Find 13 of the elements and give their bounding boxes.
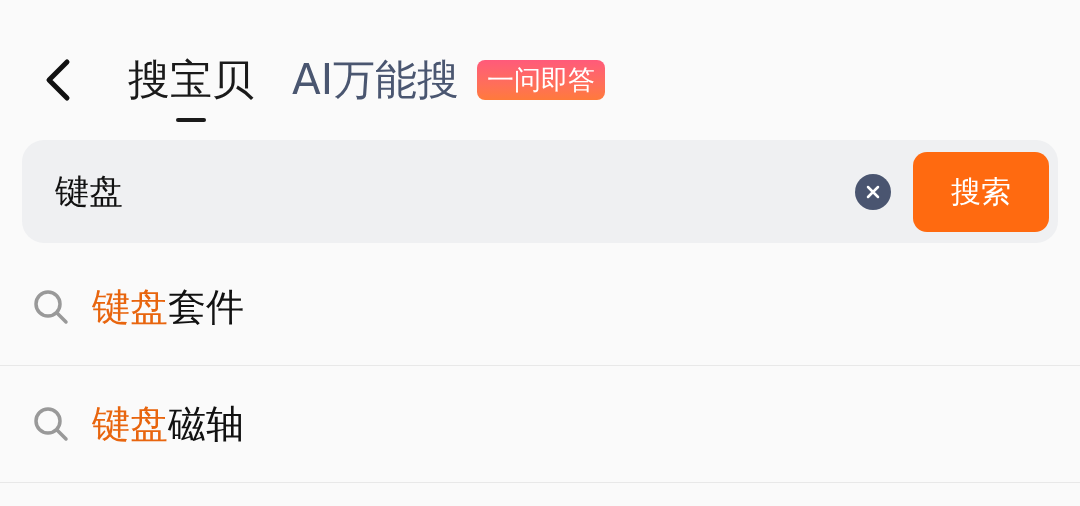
tab[interactable]: AI万能搜 [290,52,462,108]
close-icon [866,184,880,199]
search-field[interactable]: 键盘 搜索 [22,140,1058,243]
tab[interactable]: 搜宝贝 [126,52,256,108]
suggestion-text: 键盘磁轴 [92,400,244,448]
suggestion-item[interactable]: 键盘套件 [0,249,1080,366]
suggestion-text: 键盘套件 [92,283,244,331]
tab-badge: 一问即答 [477,60,606,100]
suggestion-item[interactable]: 键盘磁轴 [0,366,1080,483]
search-icon [32,288,70,326]
search-icon [32,405,70,443]
clear-button[interactable] [855,173,891,210]
tab-indicator [176,118,206,122]
